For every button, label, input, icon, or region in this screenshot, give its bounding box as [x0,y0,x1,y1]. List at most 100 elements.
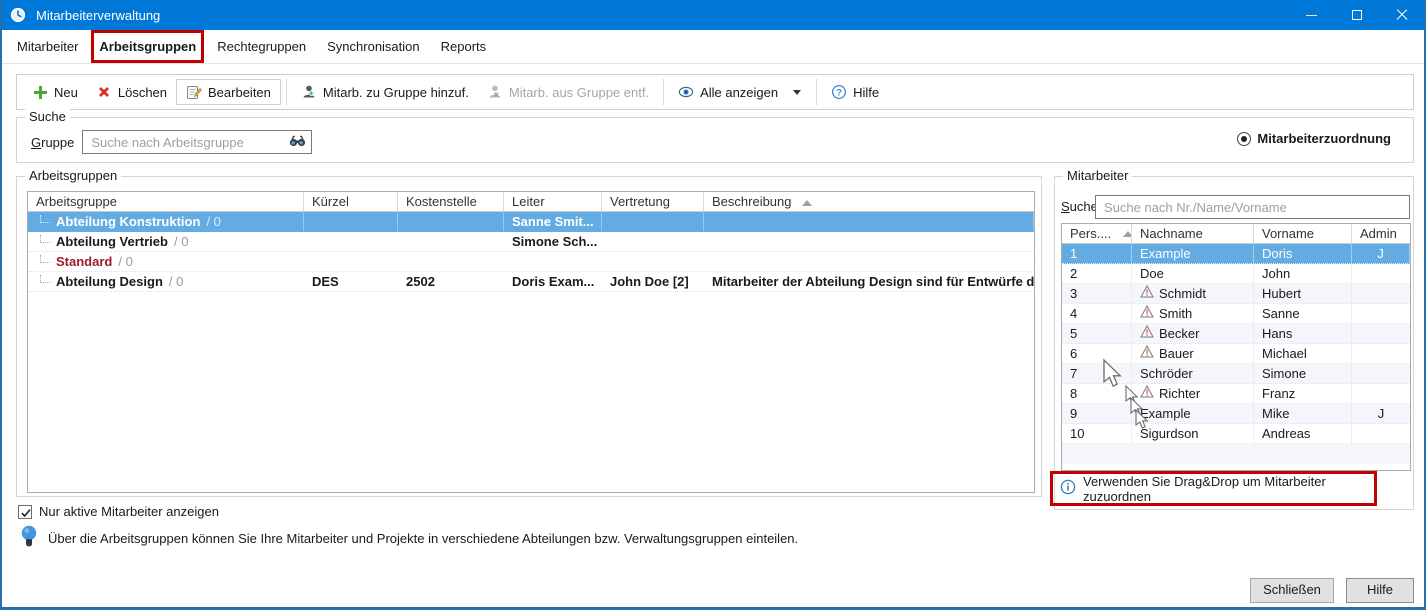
group-row[interactable]: Standard/ 0 [28,252,1034,272]
search-groupbox: Suche Gruppe Mitarbeiterzuordnung [16,117,1414,163]
arbeitsgruppen-legend: Arbeitsgruppen [25,168,121,183]
tree-branch-icon [40,275,50,283]
person-plus-icon [301,84,317,100]
column-header-vertretung[interactable]: Vertretung [602,192,704,211]
group-row[interactable]: Abteilung Vertrieb/ 0 Simone Sch... [28,232,1034,252]
help-dialog-button[interactable]: Hilfe [1346,578,1414,603]
warning-triangle-icon [1140,304,1154,323]
maximize-button[interactable] [1334,0,1379,30]
radio-icon [1237,132,1251,146]
mitarbeiter-table: Pers.... Nachname Vorname Admin 1 Exampl… [1061,223,1411,471]
toolbar-help-button[interactable]: ? Hilfe [822,80,888,104]
tab-arbeitsgruppen[interactable]: Arbeitsgruppen [98,37,197,56]
member-search-label: Suche [1061,199,1098,214]
close-dialog-button[interactable]: Schließen [1250,578,1334,603]
tab-rechtegruppen[interactable]: Rechtegruppen [216,37,307,56]
warning-triangle-icon [1140,324,1154,343]
member-row[interactable]: 3 Schmidt Hubert [1062,284,1410,304]
window-title: Mitarbeiterverwaltung [36,8,160,23]
minimize-icon [1306,15,1317,16]
show-all-button[interactable]: Alle anzeigen [669,80,787,104]
group-row[interactable]: Abteilung Konstruktion/ 0 Sanne Smit... [28,212,1034,232]
column-header-kuerzel[interactable]: Kürzel [304,192,398,211]
member-search-input[interactable] [1095,195,1410,219]
warning-triangle-icon [1140,344,1154,363]
new-button[interactable]: Neu [23,80,87,104]
toolbar: Neu Löschen Bearbeiten Mitarb. zu Gruppe… [16,74,1414,110]
checkbox-label: Nur aktive Mitarbeiter anzeigen [39,504,219,519]
toolbar-separator [663,79,664,105]
column-header-nachname[interactable]: Nachname [1132,224,1254,243]
tree-branch-icon [40,235,50,243]
mitarbeiter-groupbox: Mitarbeiter Suche Pers.... Nachname Vorn… [1054,176,1414,510]
edit-pencil-icon [186,84,202,100]
group-search-input[interactable] [82,130,312,154]
member-row[interactable]: 2 Doe John [1062,264,1410,284]
mitarbeiter-legend: Mitarbeiter [1063,168,1132,183]
member-row[interactable]: 7 Schröder Simone [1062,364,1410,384]
lightbulb-icon [20,524,38,553]
column-header-persnr[interactable]: Pers.... [1062,224,1132,243]
hint-text: Über die Arbeitsgruppen können Sie Ihre … [48,531,798,546]
app-window: Mitarbeiterverwaltung Mitarbeiter Arbeit… [0,0,1426,610]
checkbox-checked-icon [18,505,32,519]
remove-member-from-group-button[interactable]: Mitarb. aus Gruppe entf. [478,80,658,104]
question-circle-icon: ? [831,84,847,100]
member-row[interactable]: 4 Smith Sanne [1062,304,1410,324]
column-header-admin[interactable]: Admin [1352,224,1410,243]
column-header-vorname[interactable]: Vorname [1254,224,1352,243]
maximize-icon [1352,10,1362,20]
svg-text:?: ? [836,87,842,98]
arbeitsgruppen-table: Arbeitsgruppe Kürzel Kostenstelle Leiter… [27,191,1035,493]
binoculars-icon [289,134,306,151]
info-circle-icon [1060,479,1076,498]
sort-ascending-icon [1123,231,1132,237]
active-members-checkbox[interactable]: Nur aktive Mitarbeiter anzeigen [18,504,219,519]
close-icon [1396,9,1408,21]
member-row[interactable]: 6 Bauer Michael [1062,344,1410,364]
plus-icon [32,84,48,100]
toolbar-separator [816,79,817,105]
empty-stripe-row [1062,444,1410,464]
warning-triangle-icon [1140,284,1154,303]
sort-ascending-icon [802,200,812,206]
eye-icon [678,84,694,100]
arbeitsgruppen-groupbox: Arbeitsgruppen Arbeitsgruppe Kürzel Kost… [16,176,1042,497]
toolbar-separator [286,79,287,105]
chevron-down-icon [793,90,801,95]
member-row[interactable]: 5 Becker Hans [1062,324,1410,344]
panel-hint: Über die Arbeitsgruppen können Sie Ihre … [20,524,798,553]
person-cross-icon [487,84,503,100]
tree-branch-icon [40,215,50,223]
column-header-kostenstelle[interactable]: Kostenstelle [398,192,504,211]
dragdrop-hint-text: Verwenden Sie Drag&Drop um Mitarbeiter z… [1083,474,1374,504]
warning-triangle-icon [1140,384,1154,403]
member-row[interactable]: 10 Sigurdson Andreas [1062,424,1410,444]
column-header-arbeitsgruppe[interactable]: Arbeitsgruppe [28,192,304,211]
minimize-button[interactable] [1289,0,1334,30]
group-row[interactable]: Abteilung Design/ 0 DES 2502 Doris Exam.… [28,272,1034,292]
column-header-leiter[interactable]: Leiter [504,192,602,211]
tab-mitarbeiter[interactable]: Mitarbeiter [16,37,79,56]
tab-synchronisation[interactable]: Synchronisation [326,37,421,56]
delete-button[interactable]: Löschen [87,80,176,104]
tab-reports[interactable]: Reports [440,37,488,56]
column-header-beschreibung[interactable]: Beschreibung [704,192,1034,211]
member-row[interactable]: 9 Example Mike J [1062,404,1410,424]
mitarbeiter-table-header: Pers.... Nachname Vorname Admin [1062,224,1410,244]
tree-branch-icon [40,255,50,263]
mitarbeiterzuordnung-radio[interactable]: Mitarbeiterzuordnung [1237,131,1391,146]
tab-strip: Mitarbeiter Arbeitsgruppen Rechtegruppen… [2,30,1424,64]
edit-button[interactable]: Bearbeiten [176,79,281,105]
dragdrop-hint-annotated: Verwenden Sie Drag&Drop um Mitarbeiter z… [1050,471,1377,506]
member-row[interactable]: 8 Richter Franz [1062,384,1410,404]
member-row[interactable]: 1 Example Doris J [1062,244,1410,264]
search-groupbox-legend: Suche [25,109,70,124]
red-cross-icon [96,84,112,100]
show-all-dropdown-button[interactable] [787,86,811,99]
close-button[interactable] [1379,0,1424,30]
add-member-to-group-button[interactable]: Mitarb. zu Gruppe hinzuf. [292,80,478,104]
title-bar: Mitarbeiterverwaltung [2,0,1424,30]
app-clock-icon [10,7,26,23]
arbeitsgruppen-table-header: Arbeitsgruppe Kürzel Kostenstelle Leiter… [28,192,1034,212]
